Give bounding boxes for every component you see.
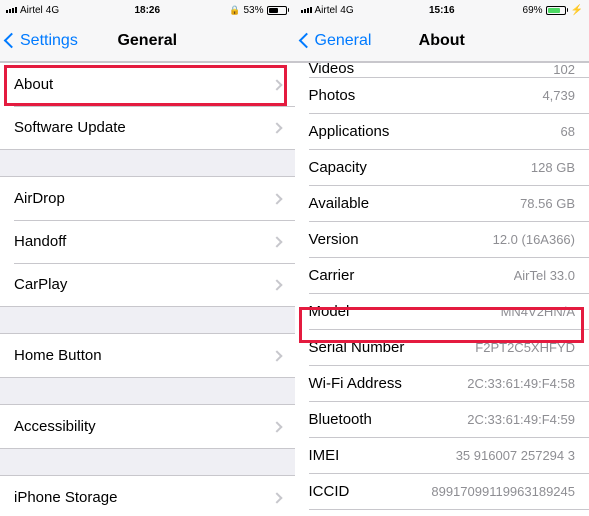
row-value: 4,739 xyxy=(542,88,575,103)
content: Videos 102 Photos 4,739 Applications 68 Capaci… xyxy=(295,62,589,516)
status-carrier: Airtel xyxy=(315,5,338,16)
row-label: Model xyxy=(309,303,350,320)
row-imei[interactable]: IMEI 35 916007 257294 3 xyxy=(295,437,589,473)
row-videos[interactable]: Videos 102 xyxy=(295,63,589,77)
row-available[interactable]: Available 78.56 GB xyxy=(295,185,589,221)
row-label: Accessibility xyxy=(14,418,96,435)
row-wi-fi-address[interactable]: Wi-Fi Address 2C:33:61:49:F4:58 xyxy=(295,365,589,401)
row-value: 2C:33:61:49:F4:58 xyxy=(467,376,575,391)
row-label: Wi-Fi Address xyxy=(309,375,402,392)
chevron-left-icon xyxy=(4,33,20,49)
row-value: AirTel 33.0 xyxy=(514,268,575,283)
nav-bar: General About xyxy=(295,20,589,62)
row-handoff[interactable]: Handoff xyxy=(0,220,295,263)
status-bar: Airtel 4G 18:26 🔒 53% xyxy=(0,0,295,20)
status-carrier: Airtel xyxy=(20,5,43,16)
back-label: General xyxy=(315,32,372,50)
row-label: Home Button xyxy=(14,347,102,364)
row-airdrop[interactable]: AirDrop xyxy=(0,177,295,220)
row-label: Carrier xyxy=(309,267,355,284)
chevron-right-icon xyxy=(271,350,282,361)
battery-percent: 53% xyxy=(243,5,263,16)
back-button[interactable]: Settings xyxy=(0,32,78,50)
row-bluetooth[interactable]: Bluetooth 2C:33:61:49:F4:59 xyxy=(295,401,589,437)
battery-icon xyxy=(546,6,568,15)
row-photos[interactable]: Photos 4,739 xyxy=(295,77,589,113)
row-value: 12.0 (16A366) xyxy=(493,232,575,247)
row-label: Photos xyxy=(309,87,356,104)
row-value: MN4V2HN/A xyxy=(501,304,575,319)
row-value: F2PT2C5XHFYD xyxy=(475,340,575,355)
battery-icon xyxy=(267,6,289,15)
row-carplay[interactable]: CarPlay xyxy=(0,263,295,306)
row-software-update[interactable]: Software Update xyxy=(0,106,295,149)
row-applications[interactable]: Applications 68 xyxy=(295,113,589,149)
back-label: Settings xyxy=(20,32,78,50)
charging-icon: ⚡ xyxy=(571,5,583,16)
status-bar: Airtel 4G 15:16 69% ⚡ xyxy=(295,0,589,20)
battery-percent: 69% xyxy=(523,5,543,16)
row-capacity[interactable]: Capacity 128 GB xyxy=(295,149,589,185)
row-home-button[interactable]: Home Button xyxy=(0,334,295,377)
row-label: CarPlay xyxy=(14,276,67,293)
chevron-right-icon xyxy=(271,193,282,204)
row-value: 89917099119963189245 xyxy=(431,484,575,499)
row-label: Applications xyxy=(309,123,390,140)
chevron-left-icon xyxy=(298,33,314,49)
row-serial-number[interactable]: Serial Number F2PT2C5XHFYD xyxy=(295,329,589,365)
row-label: Bluetooth xyxy=(309,411,372,428)
row-value: 35 916007 257294 3 xyxy=(456,448,575,463)
status-time: 18:26 xyxy=(134,5,160,16)
chevron-right-icon xyxy=(271,236,282,247)
row-label: ICCID xyxy=(309,483,350,500)
lock-icon: 🔒 xyxy=(229,5,240,16)
signal-icon xyxy=(301,7,312,13)
chevron-right-icon xyxy=(271,122,282,133)
row-label: Serial Number xyxy=(309,339,405,356)
row-carrier[interactable]: Carrier AirTel 33.0 xyxy=(295,257,589,293)
chevron-right-icon xyxy=(271,421,282,432)
row-label: Version xyxy=(309,231,359,248)
row-value: 2C:33:61:49:F4:59 xyxy=(467,412,575,427)
nav-bar: Settings General xyxy=(0,20,295,62)
chevron-right-icon xyxy=(271,79,282,90)
row-accessibility[interactable]: Accessibility xyxy=(0,405,295,448)
row-label: AirDrop xyxy=(14,190,65,207)
status-time: 15:16 xyxy=(429,5,455,16)
row-label: About xyxy=(14,76,53,93)
back-button[interactable]: General xyxy=(295,32,372,50)
row-value: 128 GB xyxy=(531,160,575,175)
screen-about: Airtel 4G 15:16 69% ⚡ General About Vide… xyxy=(295,0,589,516)
row-model[interactable]: Model MN4V2HN/A xyxy=(295,293,589,329)
row-label: Available xyxy=(309,195,370,212)
row-label: Handoff xyxy=(14,233,66,250)
row-value: 68 xyxy=(561,124,575,139)
row-label: IMEI xyxy=(309,447,340,464)
content: About Software Update AirDrop Handoff CarPla… xyxy=(0,62,295,516)
row-label: Capacity xyxy=(309,159,367,176)
status-network: 4G xyxy=(340,5,353,16)
row-about[interactable]: About xyxy=(0,63,295,106)
chevron-right-icon xyxy=(271,279,282,290)
row-iccid[interactable]: ICCID 89917099119963189245 xyxy=(295,473,589,509)
row-value: 102 xyxy=(553,63,575,77)
row-modem-firmware[interactable]: Modem Firmware3.00.01 xyxy=(295,509,589,516)
status-network: 4G xyxy=(46,5,59,16)
row-label: iPhone Storage xyxy=(14,489,117,506)
page-title: About xyxy=(419,32,465,50)
screen-general: Airtel 4G 18:26 🔒 53% Settings General A… xyxy=(0,0,295,516)
row-value: 78.56 GB xyxy=(520,196,575,211)
row-iphone-storage[interactable]: iPhone Storage xyxy=(0,476,295,516)
page-title: General xyxy=(117,32,177,50)
signal-icon xyxy=(6,7,17,13)
row-label: Software Update xyxy=(14,119,126,136)
row-label: Videos xyxy=(309,63,355,77)
row-version[interactable]: Version 12.0 (16A366) xyxy=(295,221,589,257)
chevron-right-icon xyxy=(271,492,282,503)
